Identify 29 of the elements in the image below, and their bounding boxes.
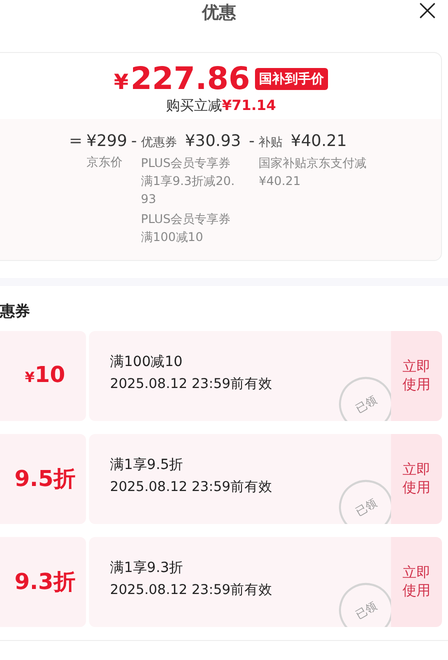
- price-badge: 国补到手价: [255, 68, 328, 90]
- term-note: PLUS会员专享券满1享9.3折减20.93: [140, 154, 236, 208]
- coupon-rule: 满1享9.3折: [110, 558, 184, 578]
- term-note: 国家补贴京东支付减¥40.21: [258, 154, 368, 190]
- use-now-button[interactable]: 立即使用: [391, 536, 442, 627]
- coupon-value: ¥10: [24, 363, 66, 388]
- coupon-value: 9.5折: [14, 466, 76, 494]
- coupon-rule: 满100减10: [110, 352, 184, 372]
- term-amount: ¥299: [86, 130, 128, 150]
- close-button[interactable]: ×: [408, 0, 446, 27]
- final-price: ¥227.86: [114, 63, 250, 96]
- operator: =: [69, 130, 82, 152]
- term-label: 优惠券: [140, 134, 177, 149]
- term-label: 补贴: [258, 134, 283, 149]
- coupon-rule: 满1享9.5折: [110, 456, 184, 475]
- coupon-validity: 2025.08.12 23:59前有效: [110, 580, 274, 600]
- use-now-button[interactable]: 立即使用: [391, 434, 442, 524]
- term-note: 京东价: [86, 154, 124, 171]
- coupon-value: 9.3折: [14, 568, 76, 597]
- coupon-validity: 2025.08.12 23:59前有效: [110, 478, 274, 497]
- operator: -: [131, 130, 137, 152]
- operator: -: [248, 130, 255, 152]
- sheet-title: 优惠: [202, 2, 236, 25]
- use-now-button[interactable]: 立即使用: [391, 330, 442, 421]
- term-note: PLUS会员专享券满100减10: [140, 210, 232, 246]
- saving-text: 购买立减¥71.14: [166, 96, 276, 115]
- term-amount: ¥30.93: [185, 130, 241, 150]
- coupon-validity: 2025.08.12 23:59前有效: [110, 374, 274, 394]
- term-amount: ¥40.21: [290, 130, 347, 150]
